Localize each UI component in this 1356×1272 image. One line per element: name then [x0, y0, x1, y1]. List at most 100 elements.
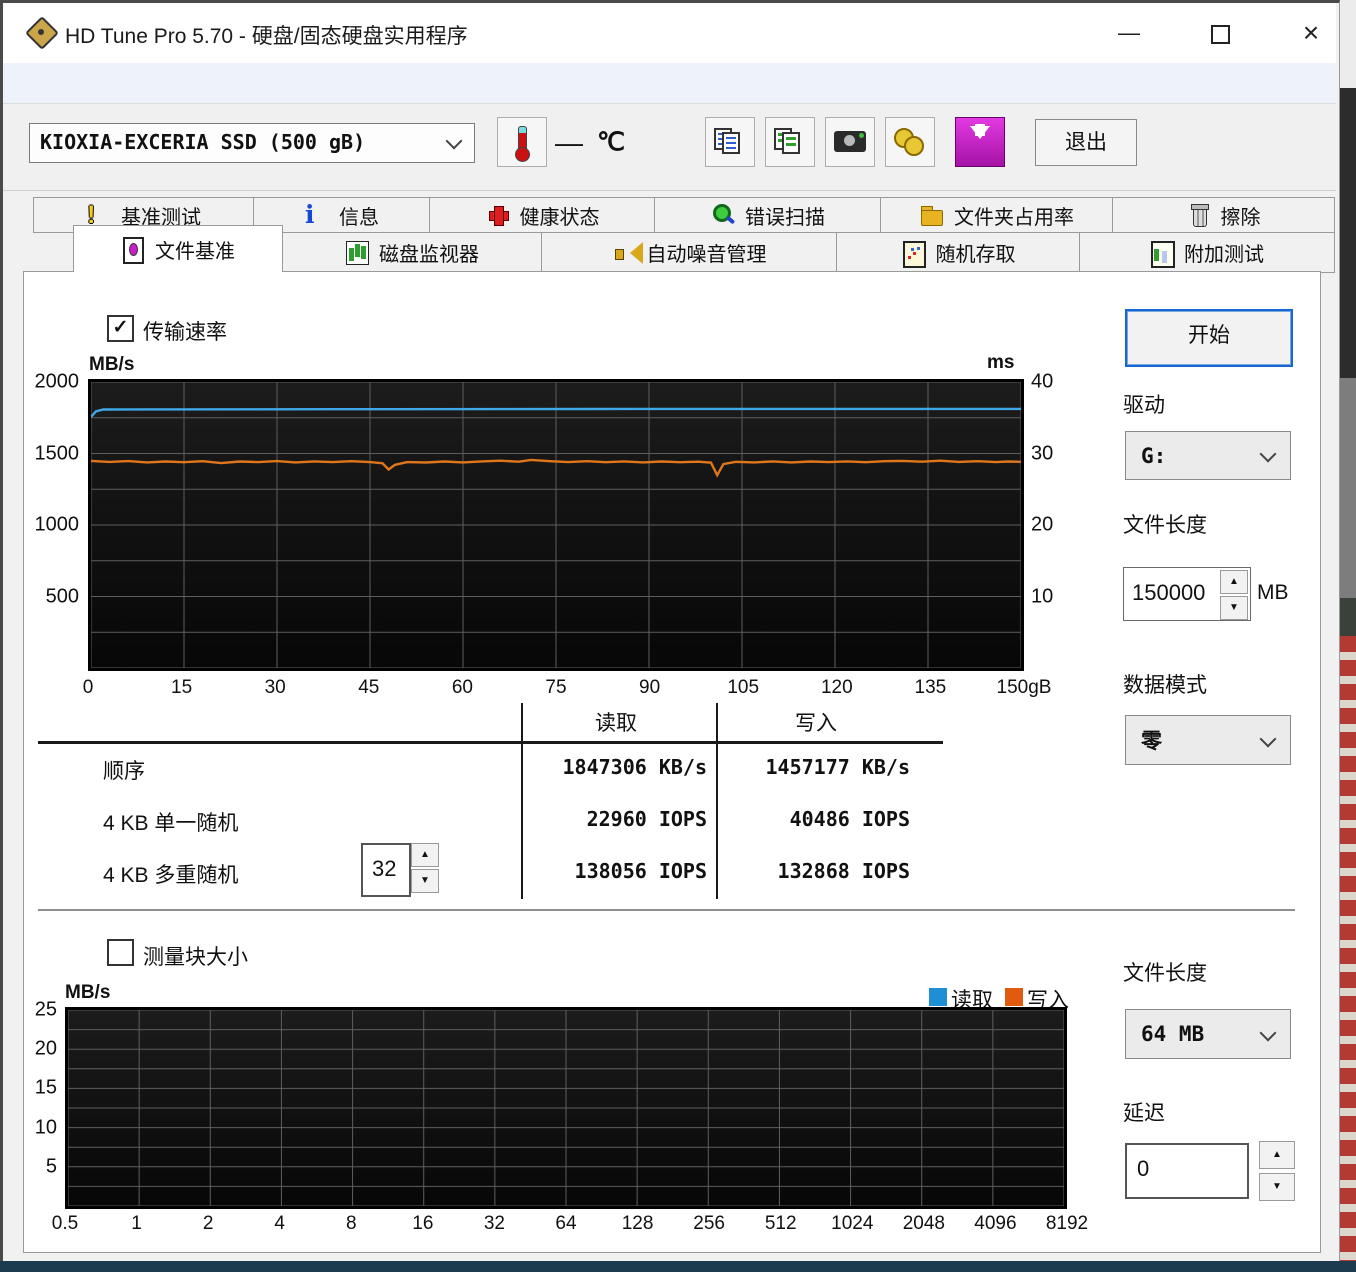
write-legend-swatch — [1005, 988, 1023, 1006]
y-tick-label: 500 — [46, 585, 79, 608]
4k-multi-write-value: 132868 IOPS — [718, 859, 910, 883]
update-button[interactable] — [955, 117, 1005, 167]
x-tick-label: 75 — [545, 677, 566, 699]
maximize-icon — [1211, 25, 1230, 44]
x-tick-label: 32 — [484, 1213, 505, 1235]
thermometer-icon — [518, 126, 527, 152]
file-length-unit: MB — [1257, 581, 1289, 605]
queue-spin-down-button[interactable]: ▼ — [411, 869, 439, 893]
chart2-x-axis: 0.512481632641282565121024204840968192 — [65, 1213, 1067, 1239]
chart2-y-unit: MB/s — [65, 982, 110, 1004]
close-button[interactable]: × — [1289, 15, 1333, 51]
copy-text-button[interactable] — [705, 117, 755, 167]
background-window-sliver — [1340, 88, 1356, 378]
maximize-button[interactable] — [1197, 15, 1241, 51]
minimize-button[interactable]: — — [1107, 15, 1151, 51]
file-benchmark-icon — [121, 236, 145, 262]
y-tick-label: 1000 — [35, 514, 80, 537]
y-tick-label: 2000 — [35, 371, 80, 394]
exit-button[interactable]: 退出 — [1035, 119, 1137, 166]
bar-chart-icon — [345, 240, 369, 266]
x-tick-label: 120 — [821, 677, 853, 699]
chevron-down-icon — [446, 133, 463, 150]
x-tick-label: 0 — [83, 677, 94, 699]
tab-extra-tests[interactable]: 附加测试 — [1079, 232, 1335, 273]
4k-single-write-value: 40486 IOPS — [718, 807, 910, 831]
y-tick-label: 20 — [35, 1038, 57, 1061]
chevron-down-icon — [1260, 446, 1277, 463]
temperature-button[interactable] — [497, 117, 547, 167]
drive-label: 驱动 — [1123, 389, 1165, 419]
info-icon: i — [305, 202, 329, 228]
x-tick-label: 90 — [639, 677, 660, 699]
spin-up-button[interactable]: ▲ — [1220, 570, 1248, 594]
health-cross-icon — [486, 202, 510, 228]
block-size-checkbox[interactable] — [107, 939, 134, 966]
celsius-unit: ℃ — [597, 127, 625, 157]
tab-auto-noise[interactable]: 自动噪音管理 — [541, 232, 838, 273]
y-tick-label: 25 — [35, 999, 57, 1022]
queue-spin-up-button[interactable]: ▲ — [411, 843, 439, 867]
toolbar: KIOXIA-EXCERIA SSD (500 gB) — ℃ 退出 — [3, 104, 1336, 191]
tab-random-access[interactable]: 随机存取 — [836, 232, 1081, 273]
block-size-label: 测量块大小 — [143, 941, 248, 971]
x-tick-label: 64 — [555, 1213, 576, 1235]
tab-health[interactable]: 健康状态 — [429, 197, 656, 233]
chevron-down-icon — [1260, 731, 1277, 748]
tab-folder-usage[interactable]: 文件夹占用率 — [880, 197, 1114, 233]
app-window: HD Tune Pro 5.70 - 硬盘/固态硬盘实用程序 — × 文件(F)… — [0, 0, 1340, 1264]
drive-letter-select[interactable]: G: — [1125, 431, 1291, 480]
tab-disk-monitor[interactable]: 磁盘监视器 — [281, 232, 543, 273]
menu-bar: 文件(F) 帮助(H) — [3, 63, 1336, 104]
queue-depth-input[interactable]: 32 — [361, 843, 411, 897]
drive-select[interactable]: KIOXIA-EXCERIA SSD (500 gB) — [29, 123, 475, 163]
x-tick-label: 135 — [915, 677, 947, 699]
chevron-down-icon — [1260, 1025, 1277, 1042]
extra-tests-icon — [1150, 240, 1174, 266]
sequential-read-value: 1847306 KB/s — [523, 755, 707, 779]
x-tick-label: 30 — [265, 677, 286, 699]
options-button[interactable] — [885, 117, 935, 167]
background-window-sliver — [1340, 636, 1356, 1262]
delay-spin-down-button[interactable]: ▼ — [1259, 1173, 1295, 1201]
row-4k-multi-label: 4 KB 多重随机 — [103, 859, 238, 889]
x-tick-label: 60 — [452, 677, 473, 699]
x-tick-label: 8192 — [1046, 1213, 1088, 1235]
chart1-y-unit: MB/s — [89, 354, 134, 376]
chart1-x-axis: 0153045607590105120135150gB — [88, 677, 1024, 703]
screenshot-button[interactable] — [825, 117, 875, 167]
write-column-header: 写入 — [718, 707, 914, 737]
x-tick-label: 2048 — [903, 1213, 945, 1235]
spin-down-button[interactable]: ▼ — [1220, 596, 1248, 620]
transfer-rate-checkbox[interactable]: ✓ — [107, 315, 134, 342]
sequential-write-value: 1457177 KB/s — [718, 755, 910, 779]
tab-file-benchmark[interactable]: 文件基准 — [73, 225, 283, 272]
tab-erase[interactable]: 擦除 — [1112, 197, 1335, 233]
delay-spin-up-button[interactable]: ▲ — [1259, 1141, 1295, 1169]
drive-select-value: KIOXIA-EXCERIA SSD (500 gB) — [40, 130, 365, 154]
copy-image-button[interactable] — [765, 117, 815, 167]
y-tick-label: 10 — [1031, 585, 1053, 608]
y-tick-label: 1500 — [35, 442, 80, 465]
x-tick-label: 256 — [693, 1213, 725, 1235]
read-column-header: 读取 — [523, 707, 709, 737]
transfer-rate-chart — [88, 379, 1024, 671]
block-size-chart — [65, 1007, 1067, 1209]
file-length-input[interactable]: 150000 ▲ ▼ — [1123, 567, 1251, 621]
background-window-sliver — [1340, 598, 1356, 636]
x-tick-label: 4096 — [974, 1213, 1016, 1235]
trash-icon — [1187, 202, 1211, 228]
file-length2-select[interactable]: 64 MB — [1125, 1009, 1291, 1059]
folder-icon — [920, 202, 944, 228]
magnifier-icon — [711, 202, 735, 228]
tab-error-scan[interactable]: 错误扫描 — [654, 197, 882, 233]
camera-icon — [834, 131, 866, 152]
x-tick-label: 8 — [346, 1213, 357, 1235]
data-mode-select[interactable]: 零 — [1125, 715, 1291, 765]
start-button[interactable]: 开始 — [1125, 309, 1293, 367]
delay-input[interactable]: 0 — [1125, 1143, 1249, 1199]
4k-multi-read-value: 138056 IOPS — [523, 859, 707, 883]
x-tick-label: 105 — [727, 677, 759, 699]
x-tick-label: 16 — [412, 1213, 433, 1235]
x-tick-label: 0.5 — [52, 1213, 78, 1235]
